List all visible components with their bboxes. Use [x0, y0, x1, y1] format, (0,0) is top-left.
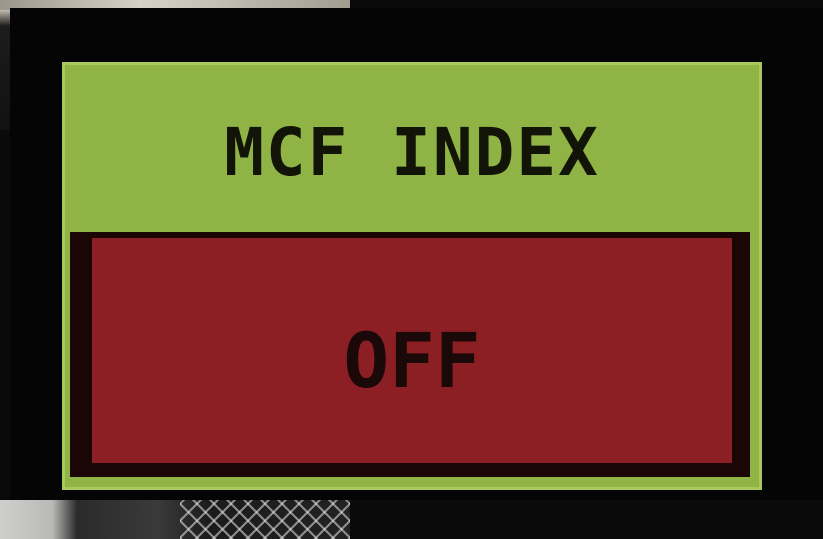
status-label: OFF: [343, 316, 481, 405]
mcf-index-status-button[interactable]: OFF: [70, 232, 750, 477]
panel-title: MCF INDEX: [224, 114, 600, 191]
background-wire-mesh: [180, 500, 350, 539]
mcf-index-panel: MCF INDEX OFF: [62, 62, 762, 490]
status-button-face[interactable]: OFF: [92, 238, 732, 463]
